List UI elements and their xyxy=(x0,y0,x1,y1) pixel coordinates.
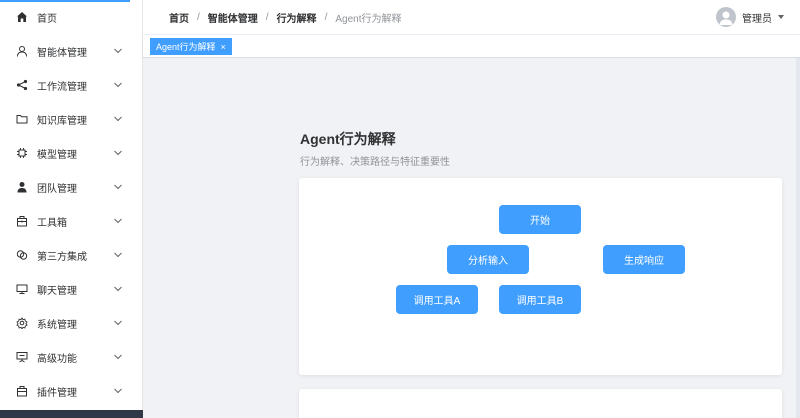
sidebar: 首页 智能体管理 工作流管理 知识库管理 模型管理 团队管理 工具箱 第三方集成… xyxy=(0,0,143,418)
breadcrumb-agent-management[interactable]: 智能体管理 xyxy=(208,10,258,25)
sidebar-footer-bar xyxy=(0,410,143,418)
breadcrumb-separator: / xyxy=(324,11,328,23)
sidebar-item-label: 插件管理 xyxy=(37,387,77,399)
tag-label: Agent行为解释 xyxy=(156,42,216,52)
chevron-down-icon xyxy=(113,46,123,56)
breadcrumb-separator: / xyxy=(265,11,269,23)
sidebar-item-model-management[interactable]: 模型管理 xyxy=(0,136,143,170)
cpu-icon xyxy=(16,147,28,159)
chevron-down-icon xyxy=(113,80,123,90)
sidebar-item-team-management[interactable]: 团队管理 xyxy=(0,170,143,204)
decision-flow-card: 开始 分析输入 生成响应 调用工具A 调用工具B xyxy=(299,178,782,375)
flow-node-analyze-input[interactable]: 分析输入 xyxy=(447,245,529,274)
sidebar-item-label: 团队管理 xyxy=(37,183,77,195)
flow-node-generate-response[interactable]: 生成响应 xyxy=(603,245,685,274)
breadcrumb-separator: / xyxy=(197,11,200,23)
toolbox-icon xyxy=(16,215,28,227)
flow-node-call-tool-a[interactable]: 调用工具A xyxy=(396,285,478,314)
scrollbar[interactable] xyxy=(796,58,800,418)
chevron-down-icon xyxy=(113,114,123,124)
flow-node-start[interactable]: 开始 xyxy=(499,205,581,234)
chevron-down-icon xyxy=(113,284,123,294)
chevron-down-icon xyxy=(113,148,123,158)
sidebar-item-third-party[interactable]: 第三方集成 xyxy=(0,238,143,272)
sidebar-item-label: 模型管理 xyxy=(37,149,77,161)
breadcrumb-current: Agent行为解释 xyxy=(335,13,402,25)
sidebar-item-label: 工作流管理 xyxy=(37,81,87,93)
feature-importance-card xyxy=(299,389,782,418)
flow-node-call-tool-b[interactable]: 调用工具B xyxy=(499,285,581,314)
sidebar-item-toolbox[interactable]: 工具箱 xyxy=(0,204,143,238)
avatar xyxy=(716,7,736,27)
chevron-down-icon xyxy=(113,182,123,192)
share-icon xyxy=(16,79,28,91)
breadcrumb-home[interactable]: 首页 xyxy=(169,10,189,25)
chevron-down-icon xyxy=(113,352,123,362)
home-icon xyxy=(16,11,28,23)
sidebar-item-label: 高级功能 xyxy=(37,353,77,365)
sidebar-item-label: 第三方集成 xyxy=(37,251,87,263)
breadcrumb-behavior-explanation[interactable]: 行为解释 xyxy=(277,10,317,25)
sidebar-item-system-management[interactable]: 系统管理 xyxy=(0,306,143,340)
avatar-user-icon xyxy=(719,11,733,25)
sidebar-item-label: 智能体管理 xyxy=(37,47,87,59)
chevron-down-icon xyxy=(113,216,123,226)
sidebar-item-label: 系统管理 xyxy=(37,319,77,331)
link-icon xyxy=(16,249,28,261)
page-subtitle: 行为解释、决策路径与特征重要性 xyxy=(300,157,450,168)
tag-agent-behavior[interactable]: Agent行为解释 × xyxy=(150,38,232,55)
sidebar-item-label: 聊天管理 xyxy=(37,285,77,297)
chevron-down-icon xyxy=(113,318,123,328)
sidebar-item-label: 知识库管理 xyxy=(37,115,87,127)
user-menu[interactable]: 管理员 xyxy=(716,7,784,27)
sidebar-item-chat-management[interactable]: 聊天管理 xyxy=(0,272,143,306)
sidebar-item-workflow-management[interactable]: 工作流管理 xyxy=(0,68,143,102)
monitor-icon xyxy=(16,283,28,295)
team-icon xyxy=(16,181,28,193)
sidebar-item-knowledge-base[interactable]: 知识库管理 xyxy=(0,102,143,136)
sidebar-item-label: 工具箱 xyxy=(37,217,67,229)
chevron-down-icon xyxy=(113,386,123,396)
sidebar-item-agent-management[interactable]: 智能体管理 xyxy=(0,34,143,68)
breadcrumb: 首页 / 智能体管理 / 行为解释 / Agent行为解释 xyxy=(143,10,401,25)
tags-view: Agent行为解释 × xyxy=(143,35,800,58)
page-title: Agent行为解释 xyxy=(300,131,396,147)
gear-icon xyxy=(16,317,28,329)
caret-down-icon xyxy=(778,15,784,19)
plugin-icon xyxy=(16,385,28,397)
sidebar-item-home[interactable]: 首页 xyxy=(0,0,143,34)
folder-icon xyxy=(16,113,28,125)
sidebar-item-label: 首页 xyxy=(37,13,57,25)
close-icon[interactable]: × xyxy=(221,42,226,52)
user-name: 管理员 xyxy=(742,13,772,25)
chevron-down-icon xyxy=(113,250,123,260)
presentation-icon xyxy=(16,351,28,363)
sidebar-item-plugin-management[interactable]: 插件管理 xyxy=(0,374,143,408)
main-content: Agent行为解释 行为解释、决策路径与特征重要性 开始 分析输入 生成响应 调… xyxy=(143,58,800,418)
user-icon xyxy=(16,45,28,57)
sidebar-item-advanced-features[interactable]: 高级功能 xyxy=(0,340,143,374)
top-header: 首页 / 智能体管理 / 行为解释 / Agent行为解释 管理员 xyxy=(143,0,800,35)
